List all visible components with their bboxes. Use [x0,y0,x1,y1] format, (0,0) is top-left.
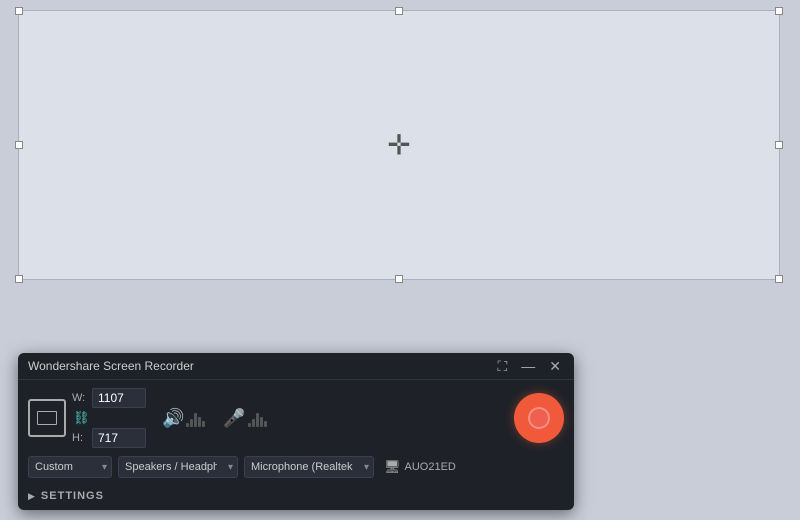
recorder-panel: Wondershare Screen Recorder ⛶ — ✕ W: ⛓ H… [18,353,574,510]
mic-bar-5 [264,421,267,427]
mic-bar-3 [256,413,259,427]
handle-tl[interactable] [15,7,23,15]
handle-tr[interactable] [775,7,783,15]
resolution-dropdown[interactable]: Custom 1920×1080 1280×720 800×600 [28,456,112,478]
height-input[interactable] [92,428,146,448]
speaker-dropdown[interactable]: Speakers / Headpho... [118,456,238,478]
audio-bar-2 [190,419,193,427]
mic-icon[interactable]: 🎤 [223,408,245,429]
resolution-select[interactable]: Custom 1920×1080 1280×720 800×600 [28,456,112,478]
mic-select[interactable]: Microphone (Realtek... [244,456,374,478]
settings-row[interactable]: ▶ SETTINGS [18,486,574,510]
handle-bm[interactable] [395,275,403,283]
settings-arrow-icon: ▶ [28,491,35,502]
height-label: H: [72,432,88,444]
width-label: W: [72,392,88,404]
display-icon: 🖥 [384,459,401,475]
settings-label: SETTINGS [41,490,104,502]
audio-bar-5 [202,421,205,427]
mic-bars [248,409,267,427]
audio-bar-3 [194,413,197,427]
mic-section: 🎤 [223,408,266,429]
panel-title: Wondershare Screen Recorder [28,359,194,373]
fullscreen-button[interactable]: ⛶ [494,359,510,373]
display-label: 🖥 AUO21ED [384,459,456,475]
mic-bar-1 [248,423,251,427]
speaker-bars [186,409,205,427]
panel-titlebar: Wondershare Screen Recorder ⛶ — ✕ [18,353,574,380]
handle-lm[interactable] [15,141,23,149]
width-input[interactable] [92,388,146,408]
height-row: H: [72,428,146,448]
record-button-inner [528,407,550,429]
link-row: ⛓ [72,410,146,426]
handle-bl[interactable] [15,275,23,283]
mic-bar-4 [260,417,263,427]
handle-br[interactable] [775,275,783,283]
screen-size-icon [28,399,66,437]
display-name: AUO21ED [405,461,456,473]
dimensions-section: W: ⛓ H: [72,388,146,448]
mic-bar-2 [252,419,255,427]
record-button[interactable] [514,393,564,443]
titlebar-controls: ⛶ — ✕ [494,359,564,373]
audio-bar-1 [186,423,189,427]
screen-icon-inner [37,411,57,425]
speaker-section: 🔊 [162,408,205,429]
panel-body: W: ⛓ H: 🔊 🎤 [18,380,574,456]
selection-area[interactable]: ✛ [18,10,780,280]
audio-bar-4 [198,417,201,427]
handle-tm[interactable] [395,7,403,15]
speaker-icon[interactable]: 🔊 [162,408,184,429]
speaker-select[interactable]: Speakers / Headpho... [118,456,238,478]
move-cursor-icon: ✛ [387,129,410,162]
close-button[interactable]: ✕ [546,359,564,373]
mic-dropdown[interactable]: Microphone (Realtek... [244,456,374,478]
handle-rm[interactable] [775,141,783,149]
link-icon: ⛓ [73,410,89,426]
minimize-button[interactable]: — [518,359,538,373]
width-row: W: [72,388,146,408]
panel-dropdowns: Custom 1920×1080 1280×720 800×600 Speake… [18,456,574,486]
